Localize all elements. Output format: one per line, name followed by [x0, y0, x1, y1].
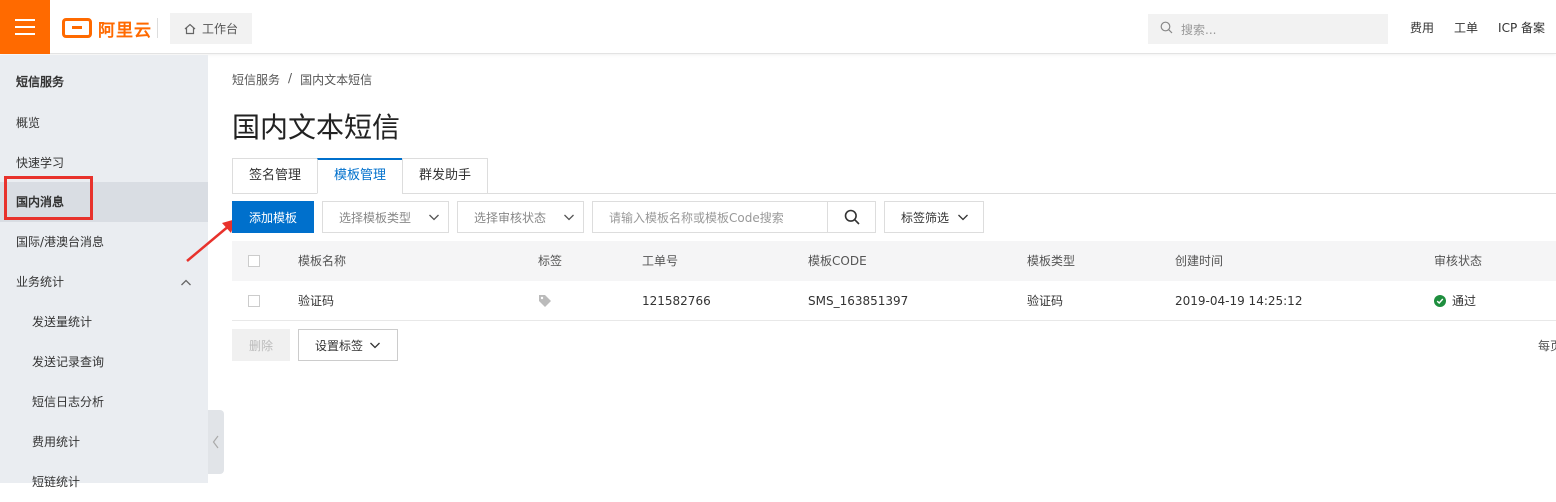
column-header-status: 审核状态	[1434, 254, 1483, 268]
logo-mark-icon	[62, 18, 92, 38]
workbench-button[interactable]: 工作台	[170, 13, 252, 44]
top-links: 费用 工单 ICP 备案	[1410, 19, 1545, 36]
cell-template-code: SMS_163851397	[808, 294, 909, 308]
review-status-placeholder: 选择审核状态	[474, 210, 547, 225]
search-placeholder: 搜索...	[1181, 22, 1217, 37]
sidebar-item-label: 业务统计	[16, 275, 65, 289]
cell-created-time: 2019-04-19 14:25:12	[1175, 294, 1303, 308]
sidebar-item-send-records[interactable]: 发送记录查询	[0, 342, 208, 382]
template-type-select[interactable]: 选择模板类型	[322, 201, 449, 233]
chevron-up-icon	[180, 262, 192, 302]
workbench-label: 工作台	[201, 22, 238, 36]
chevron-down-icon	[564, 214, 574, 221]
tag-filter-button[interactable]: 标签筛选	[884, 201, 985, 233]
hamburger-menu-icon[interactable]	[0, 0, 50, 54]
divider	[157, 18, 158, 38]
cell-template-type: 验证码	[1027, 294, 1064, 308]
top-link-fees[interactable]: 费用	[1410, 19, 1434, 36]
tab-signature-management[interactable]: 签名管理	[232, 158, 318, 194]
set-tag-label: 设置标签	[315, 338, 364, 353]
status-text: 通过	[1452, 294, 1477, 308]
breadcrumb-separator: /	[288, 71, 293, 85]
breadcrumb-root[interactable]: 短信服务	[232, 71, 280, 88]
review-status-select[interactable]: 选择审核状态	[457, 201, 584, 233]
check-circle-icon	[1434, 295, 1446, 307]
sidebar: 短信服务 概览 快速学习 国内消息 国际/港澳台消息 业务统计 发送量统计 发送…	[0, 55, 208, 489]
sidebar-item-international[interactable]: 国际/港澳台消息	[0, 222, 208, 262]
cell-review-status: 通过	[1434, 281, 1476, 321]
tab-bar: 签名管理 模板管理 群发助手	[232, 158, 489, 194]
column-header-code: 模板CODE	[808, 254, 867, 268]
top-navbar: 阿里云 工作台 搜索... 费用 工单 ICP 备案	[0, 0, 1556, 54]
page-title: 国内文本短信	[232, 111, 401, 144]
breadcrumb: 短信服务 / 国内文本短信	[232, 71, 372, 88]
template-search-input[interactable]: 请输入模板名称或模板Code搜索	[592, 201, 828, 233]
sidebar-item-overview[interactable]: 概览	[0, 103, 208, 143]
sidebar-collapse-handle[interactable]	[208, 410, 224, 474]
annotation-highlight-box	[4, 176, 93, 220]
table-header: 模板名称 标签 工单号 模板CODE 模板类型 创建时间 审核状态	[232, 241, 1556, 281]
row-checkbox[interactable]	[248, 295, 260, 307]
sidebar-item-log-analysis[interactable]: 短信日志分析	[0, 382, 208, 422]
toolbar: 添加模板 选择模板类型 选择审核状态 请输入模板名称或模板Code搜索 标签筛选	[232, 201, 985, 233]
logo-text: 阿里云	[98, 20, 152, 41]
template-type-placeholder: 选择模板类型	[339, 210, 412, 225]
tag-icon[interactable]	[538, 294, 552, 311]
select-all-checkbox[interactable]	[248, 255, 260, 267]
bulk-actions: 删除 设置标签	[232, 329, 399, 361]
chevron-left-icon	[212, 435, 219, 449]
sidebar-title: 短信服务	[16, 75, 65, 89]
column-header-created: 创建时间	[1175, 254, 1224, 268]
home-icon	[184, 23, 196, 35]
delete-button[interactable]: 删除	[232, 329, 290, 361]
sidebar-item-shortlink-stats[interactable]: 短链统计	[0, 462, 208, 502]
chevron-down-icon	[958, 214, 968, 221]
annotation-arrow-icon	[186, 219, 236, 262]
search-icon	[1160, 21, 1173, 37]
column-header-order-no: 工单号	[642, 254, 679, 268]
cell-order-no: 121582766	[642, 294, 711, 308]
chevron-down-icon	[429, 214, 439, 221]
add-template-button[interactable]: 添加模板	[232, 201, 314, 233]
top-link-icp[interactable]: ICP 备案	[1498, 19, 1545, 36]
column-header-tag: 标签	[538, 254, 563, 268]
top-link-tickets[interactable]: 工单	[1454, 19, 1478, 36]
sidebar-item-send-volume[interactable]: 发送量统计	[0, 302, 208, 342]
table-row: 验证码 121582766 SMS_163851397 验证码 2019-04-…	[232, 281, 1556, 321]
breadcrumb-current: 国内文本短信	[300, 73, 373, 87]
chevron-down-icon	[370, 342, 380, 349]
search-icon	[844, 209, 860, 225]
sidebar-item-business-stats[interactable]: 业务统计	[0, 262, 208, 302]
per-page-label: 每页	[1538, 339, 1556, 353]
column-header-name: 模板名称	[298, 254, 347, 268]
tab-bulk-assistant[interactable]: 群发助手	[402, 158, 489, 194]
tab-template-management[interactable]: 模板管理	[317, 158, 403, 194]
aliyun-logo[interactable]: 阿里云	[62, 17, 152, 41]
sidebar-item-fee-stats[interactable]: 费用统计	[0, 422, 208, 462]
global-search-input[interactable]: 搜索...	[1148, 14, 1388, 44]
tag-filter-label: 标签筛选	[901, 210, 950, 225]
search-button[interactable]	[828, 201, 876, 233]
column-header-type: 模板类型	[1027, 254, 1076, 268]
cell-template-name: 验证码	[298, 294, 335, 308]
set-tag-button[interactable]: 设置标签	[298, 329, 399, 361]
